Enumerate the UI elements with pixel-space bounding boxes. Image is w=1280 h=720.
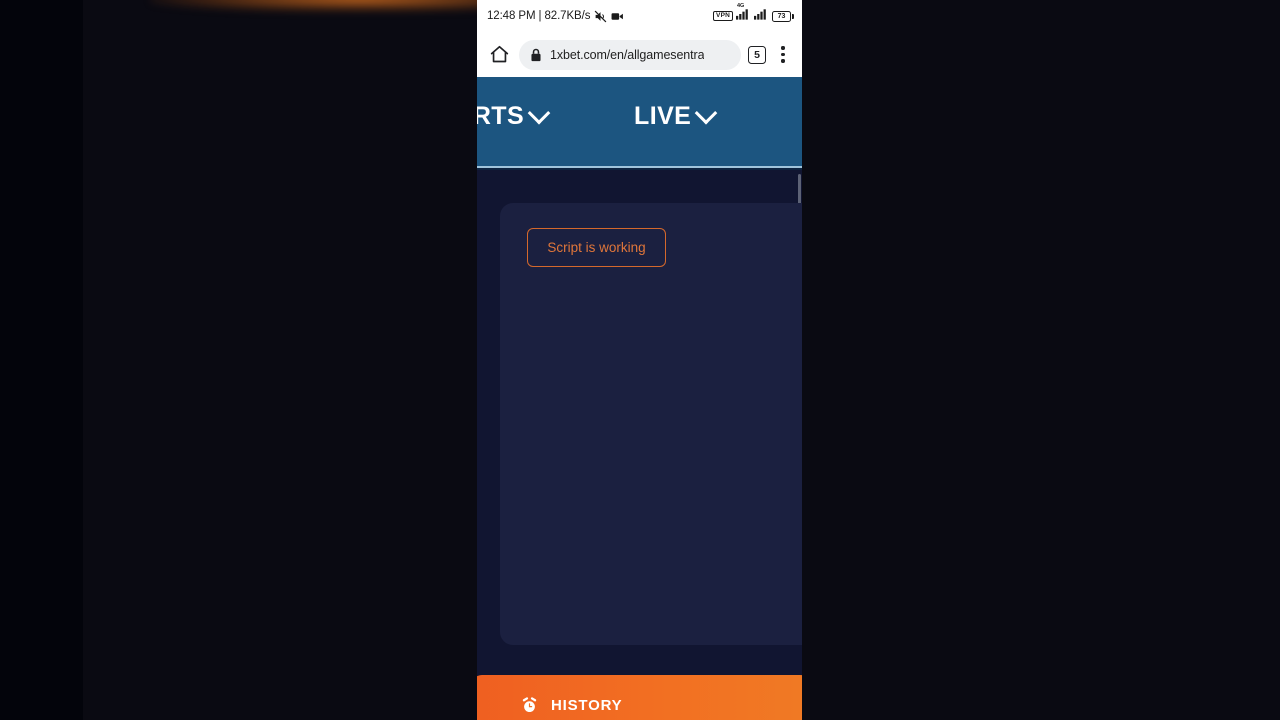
address-bar[interactable]: 1xbet.com/en/allgamesentra xyxy=(519,39,741,70)
vpn-icon: VPN xyxy=(713,10,733,22)
nav-item-label: LIVE xyxy=(634,101,692,130)
letterbox-left xyxy=(0,0,83,720)
signal-bars-icon-1: 4G xyxy=(736,3,751,25)
nav-item-label: ORTS xyxy=(477,101,525,130)
menu-dot xyxy=(781,46,785,50)
battery-level-label: 73 xyxy=(772,10,791,22)
script-status-button[interactable]: Script is working xyxy=(527,228,666,267)
home-icon[interactable] xyxy=(486,42,512,68)
browser-toolbar: 1xbet.com/en/allgamesentra 5 xyxy=(477,32,802,77)
chevron-down-icon xyxy=(527,101,551,125)
status-bar-right: VPN 4G 73 xyxy=(713,3,794,25)
status-time-network: 12:48 PM | 82.7KB/s xyxy=(487,10,591,22)
screen-root: 12:48 PM | 82.7KB/s VPN 4G 73 1xbet.com/… xyxy=(0,0,1280,720)
battery-icon: 73 xyxy=(772,10,794,22)
nav-item-live[interactable]: LIVE xyxy=(634,101,718,131)
battery-tip xyxy=(792,13,794,19)
site-top-nav: ORTS LIVE PR xyxy=(477,77,802,170)
content-card: Script is working xyxy=(500,203,802,645)
tab-counter-button[interactable]: 5 xyxy=(748,45,766,64)
page-content: Script is working HISTORY xyxy=(477,170,802,720)
signal-bars-icon-2 xyxy=(754,7,769,25)
video-camera-icon xyxy=(611,11,624,22)
history-label: HISTORY xyxy=(551,696,623,714)
menu-dot xyxy=(781,52,785,57)
nav-row: ORTS LIVE PR xyxy=(477,77,802,151)
nav-item-sports[interactable]: ORTS xyxy=(477,101,551,131)
alarm-clock-icon xyxy=(521,696,538,714)
network-type-label: 4G xyxy=(737,3,745,9)
history-button[interactable]: HISTORY xyxy=(477,675,802,720)
status-bar-left: 12:48 PM | 82.7KB/s xyxy=(487,10,624,23)
menu-dot xyxy=(781,59,785,63)
lock-icon xyxy=(530,48,542,62)
url-text: 1xbet.com/en/allgamesentra xyxy=(550,47,705,62)
chevron-down-icon xyxy=(694,101,718,125)
overflow-menu-icon[interactable] xyxy=(773,42,793,68)
phone-viewport: 12:48 PM | 82.7KB/s VPN 4G 73 1xbet.com/… xyxy=(477,0,802,720)
android-status-bar: 12:48 PM | 82.7KB/s VPN 4G 73 xyxy=(477,0,802,32)
mute-icon xyxy=(594,10,607,23)
